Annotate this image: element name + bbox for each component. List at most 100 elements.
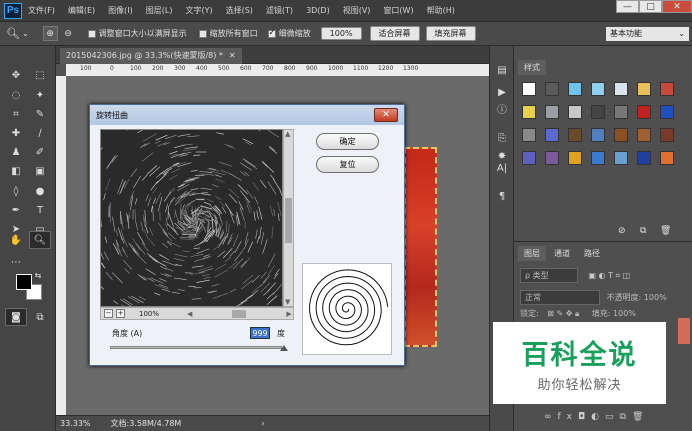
menu-view[interactable]: 视图(V)	[343, 5, 371, 16]
brush-tool-icon[interactable]: ∕	[29, 124, 51, 142]
angle-slider[interactable]	[110, 346, 282, 349]
style-swatch[interactable]	[568, 128, 582, 142]
document-tab[interactable]: 2015042306.jpg @ 33.3%(快速蒙版/8) * ✕	[60, 48, 242, 64]
workspace-select[interactable]: 基本功能 ⌄	[606, 27, 689, 41]
reset-button[interactable]: 复位	[316, 156, 379, 173]
resize-windows-option[interactable]: 调整窗口大小以满屏显示	[87, 28, 187, 39]
quick-mask-icon[interactable]: ◙	[5, 308, 27, 326]
horizontal-scroll-thumb[interactable]	[232, 309, 247, 318]
dialog-titlebar[interactable]: 旋转扭曲 ✕	[90, 105, 404, 125]
style-swatch[interactable]	[614, 82, 628, 96]
style-swatch[interactable]	[568, 105, 582, 119]
style-swatch[interactable]	[591, 105, 605, 119]
style-swatch[interactable]	[545, 82, 559, 96]
paragraph-icon[interactable]: ¶	[494, 190, 510, 204]
clone-source-icon[interactable]: ⎘	[494, 132, 510, 146]
swap-colors-icon[interactable]: ⇆	[32, 269, 44, 281]
tab-paths[interactable]: 路径	[578, 246, 606, 261]
hand-tool-icon[interactable]: ✋	[5, 231, 27, 249]
folder-icon[interactable]: ▭	[605, 412, 620, 422]
style-swatch[interactable]	[660, 105, 674, 119]
menu-layer[interactable]: 图层(L)	[146, 5, 173, 16]
type-tool-icon[interactable]: T	[29, 201, 51, 219]
style-swatch[interactable]	[545, 151, 559, 165]
style-swatch[interactable]	[660, 82, 674, 96]
chevron-down-icon[interactable]: ⌄	[22, 29, 29, 38]
marquee-tool-icon[interactable]: ⬚	[29, 66, 51, 84]
tab-styles[interactable]: 样式	[518, 60, 546, 75]
style-swatch[interactable]	[637, 128, 651, 142]
document-image[interactable]	[404, 147, 437, 347]
style-swatch[interactable]	[545, 105, 559, 119]
character-icon[interactable]: A|	[494, 162, 510, 176]
style-swatch[interactable]	[522, 82, 536, 96]
zoom-100-button[interactable]: 100%	[320, 27, 362, 40]
crop-tool-icon[interactable]: ⌗	[5, 105, 27, 123]
scroll-left-icon[interactable]: ◀	[187, 310, 192, 318]
menu-type[interactable]: 文字(Y)	[185, 5, 212, 16]
style-swatch[interactable]	[637, 105, 651, 119]
more-tools-icon[interactable]: ⋯	[5, 253, 27, 271]
angle-slider-thumb[interactable]	[280, 345, 288, 351]
fill-value[interactable]: 100%	[613, 309, 636, 318]
menu-3d[interactable]: 3D(D)	[306, 6, 330, 15]
style-swatch[interactable]	[522, 105, 536, 119]
panel-scrollbar[interactable]	[678, 318, 690, 344]
zoom-tool-icon[interactable]: 🔍︎	[6, 27, 20, 40]
clone-stamp-icon[interactable]: ♟	[5, 143, 27, 161]
link-icon[interactable]: ∞	[544, 412, 558, 422]
new-layer-icon[interactable]: ⧉	[620, 412, 632, 422]
zoom-level[interactable]: 33.33%	[60, 419, 91, 428]
mask-icon[interactable]: ◘	[578, 412, 591, 422]
blur-tool-icon[interactable]: ◊	[5, 182, 27, 200]
preview-vertical-scrollbar[interactable]: ▲ ▼	[283, 129, 294, 307]
lock-icons[interactable]: ⊠ ✎ ✥ 🔒︎	[547, 309, 579, 318]
trash-icon[interactable]: 🗑︎	[632, 412, 649, 422]
style-swatch[interactable]	[545, 128, 559, 142]
close-icon[interactable]: ✕	[229, 51, 236, 60]
chevron-right-icon[interactable]: ›	[261, 419, 264, 428]
info-icon[interactable]: ⓘ	[494, 104, 510, 118]
menu-window[interactable]: 窗口(W)	[383, 5, 413, 16]
close-window-button[interactable]: ✕	[662, 0, 692, 13]
tab-layers[interactable]: 图层	[518, 246, 546, 261]
menu-help[interactable]: 帮助(H)	[427, 5, 455, 16]
filter-icons[interactable]: ▣ ◐ T ⌗ ◫	[589, 271, 631, 280]
layer-kind-filter[interactable]: ρ 类型	[520, 268, 578, 283]
blend-mode-select[interactable]: 正常	[520, 290, 600, 305]
zoom-out-icon[interactable]: ⊖	[61, 26, 76, 41]
eraser-tool-icon[interactable]: ◧	[5, 162, 27, 180]
menu-edit[interactable]: 编辑(E)	[68, 5, 95, 16]
style-swatch[interactable]	[568, 82, 582, 96]
opacity-value[interactable]: 100%	[644, 293, 667, 302]
style-swatch[interactable]	[522, 151, 536, 165]
play-action-icon[interactable]: ▶	[494, 86, 510, 100]
menu-file[interactable]: 文件(F)	[28, 5, 55, 16]
menu-select[interactable]: 选择(S)	[226, 5, 253, 16]
style-swatch[interactable]	[637, 82, 651, 96]
resize-windows-checkbox[interactable]	[87, 29, 96, 38]
style-swatch[interactable]	[637, 151, 651, 165]
fill-screen-button[interactable]: 填充屏幕	[425, 26, 476, 41]
zoom-all-checkbox[interactable]	[198, 29, 207, 38]
style-swatch[interactable]	[568, 151, 582, 165]
fit-screen-button[interactable]: 适合屏幕	[369, 26, 420, 41]
zoom-in-icon[interactable]: ⊕	[42, 26, 58, 41]
history-brush-icon[interactable]: ✐	[29, 143, 51, 161]
scroll-down-icon[interactable]: ▼	[285, 298, 290, 306]
scrollbar-thumb[interactable]	[285, 198, 292, 243]
zoom-tool-icon[interactable]: 🔍︎	[29, 231, 51, 249]
style-swatch[interactable]	[591, 151, 605, 165]
lasso-tool-icon[interactable]: ◌	[5, 86, 27, 104]
scrubby-zoom-option[interactable]: 细微缩放	[267, 28, 311, 39]
scroll-right-icon[interactable]: ▶	[286, 310, 291, 318]
tab-channels[interactable]: 通道	[548, 246, 576, 261]
screen-mode-icon[interactable]: ⧉	[29, 308, 51, 326]
zoom-out-preview-button[interactable]: −	[104, 309, 113, 318]
gradient-tool-icon[interactable]: ▣	[29, 162, 51, 180]
fx-icon[interactable]: fx	[558, 412, 579, 422]
zoom-all-option[interactable]: 缩放所有窗口	[198, 28, 258, 39]
foreground-color-swatch[interactable]	[16, 274, 32, 290]
filter-preview[interactable]	[100, 129, 283, 307]
magic-wand-icon[interactable]: ✦	[29, 86, 51, 104]
